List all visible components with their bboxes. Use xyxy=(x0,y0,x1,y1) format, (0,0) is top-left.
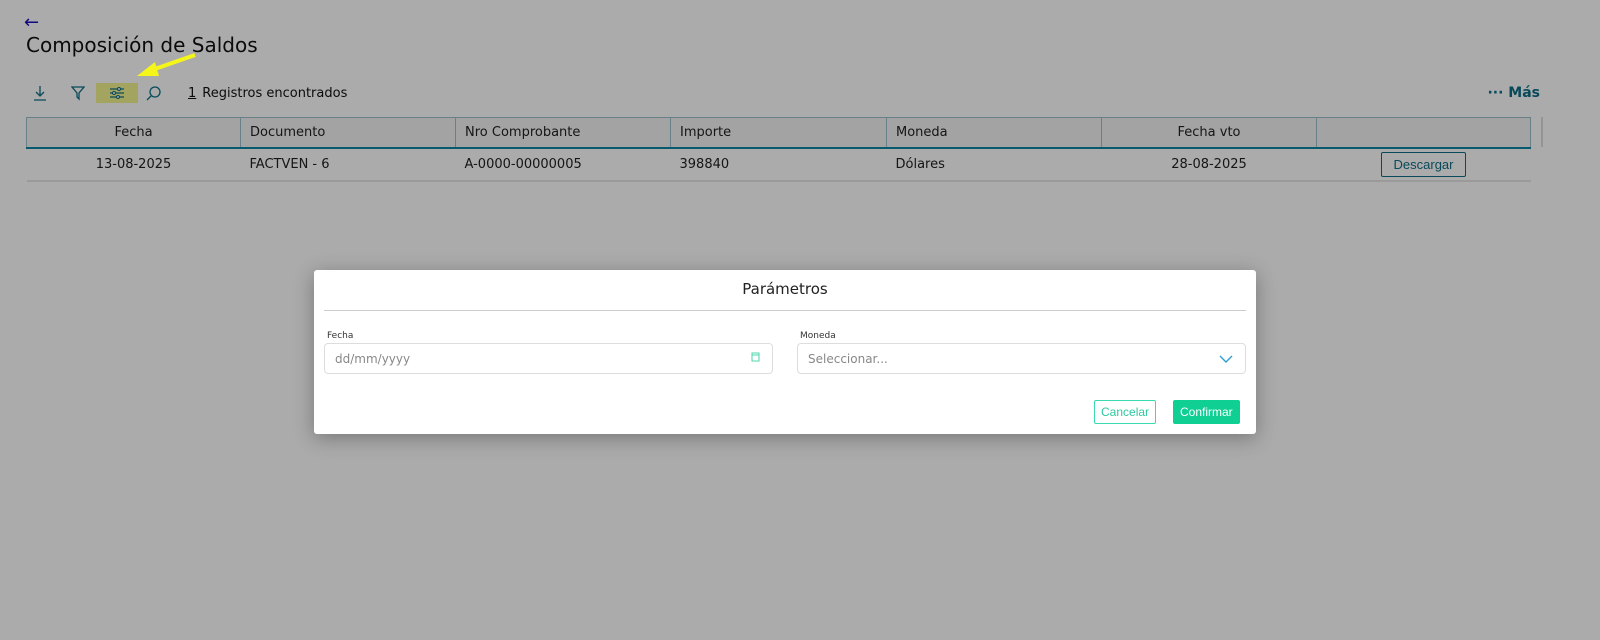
fecha-input[interactable]: dd/mm/yyyy xyxy=(324,343,773,374)
moneda-placeholder: Seleccionar... xyxy=(808,352,888,366)
cancel-button[interactable]: Cancelar xyxy=(1094,400,1157,424)
modal-title: Parámetros xyxy=(324,270,1246,311)
confirm-button[interactable]: Confirmar xyxy=(1173,400,1240,424)
moneda-select[interactable]: Seleccionar... xyxy=(797,343,1246,374)
parameters-modal: Parámetros Fecha dd/mm/yyyy Moneda Selec… xyxy=(314,270,1256,434)
moneda-label: Moneda xyxy=(800,331,836,341)
fecha-placeholder: dd/mm/yyyy xyxy=(335,352,411,366)
annotation-arrow-icon xyxy=(137,53,196,76)
fecha-label: Fecha xyxy=(327,331,354,341)
calendar-icon[interactable] xyxy=(751,351,760,365)
chevron-down-icon xyxy=(1219,353,1233,367)
